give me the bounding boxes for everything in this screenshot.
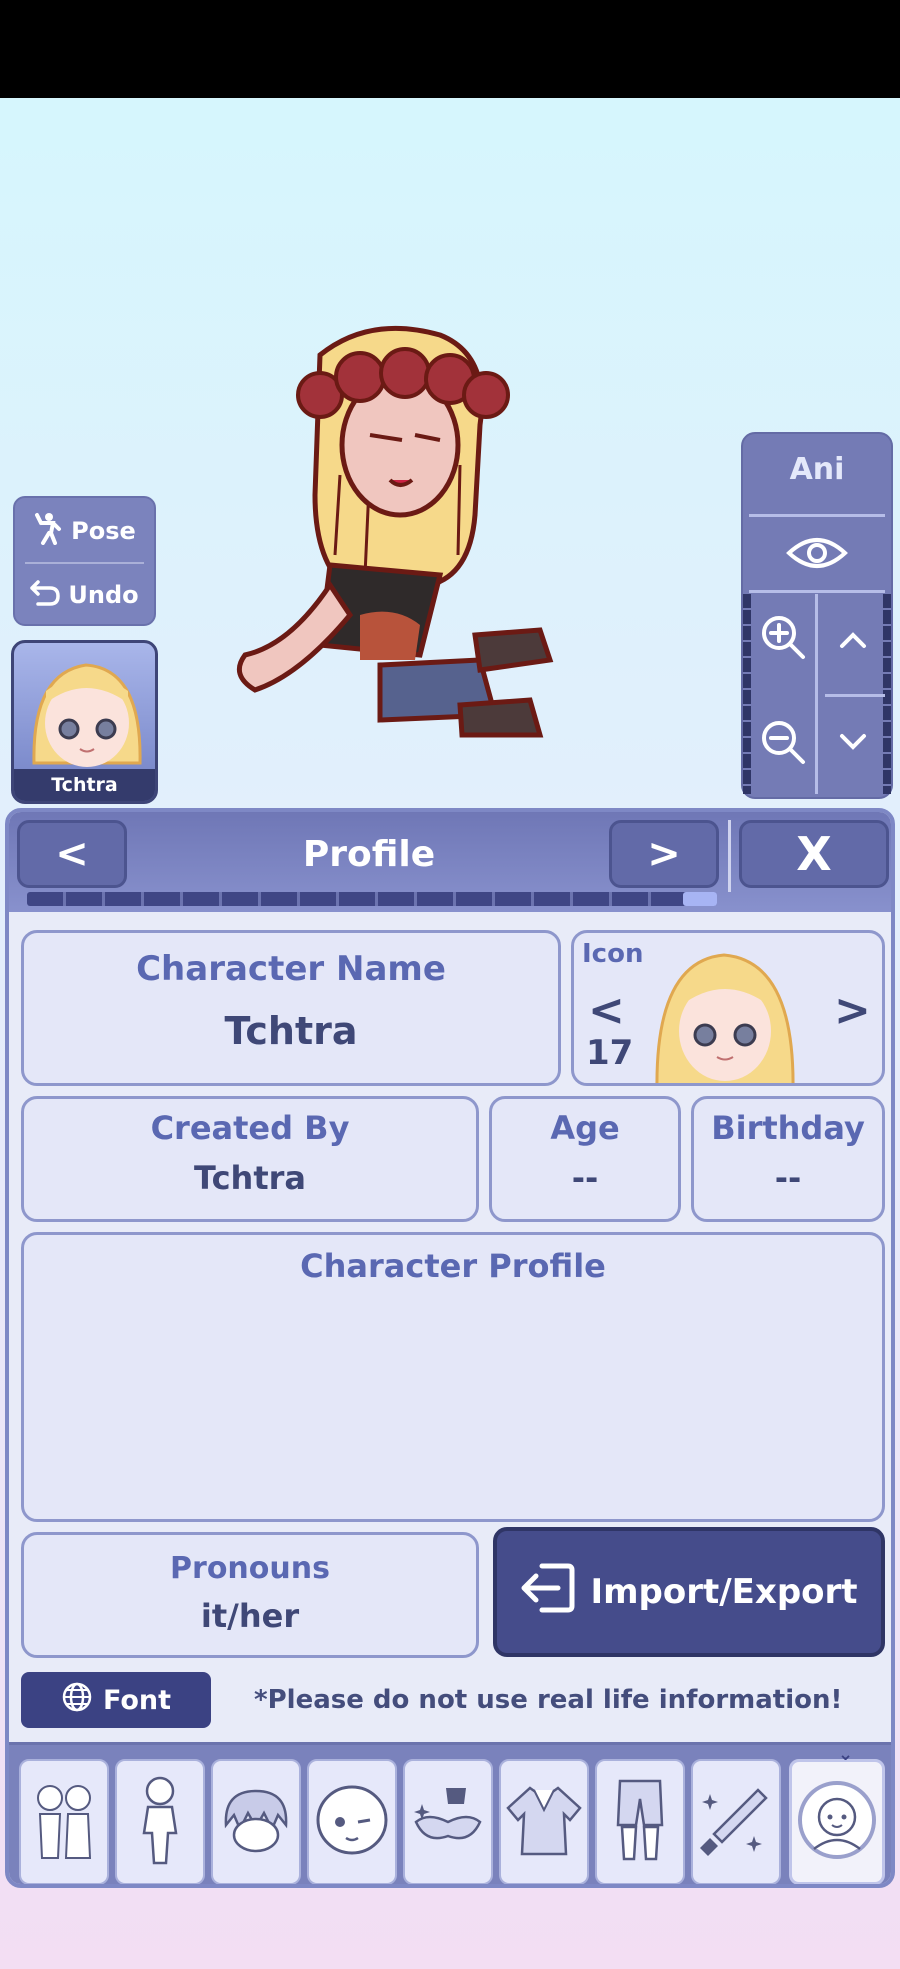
move-up-button[interactable] [823,604,883,674]
move-down-button[interactable] [823,709,883,779]
category-bar [9,1742,891,1884]
age-card[interactable]: Age -- [489,1096,681,1222]
previous-tab-button[interactable]: < [17,820,127,888]
birthday-label: Birthday [711,1109,865,1147]
category-top-tab[interactable] [499,1759,589,1884]
character-figure[interactable] [230,315,630,765]
hair-icon [216,1785,296,1859]
age-value: -- [571,1159,599,1197]
panel-title: Profile [302,834,436,875]
accessories-icon [408,1782,488,1862]
category-bottom-tab[interactable] [595,1759,685,1884]
zoom-out-button[interactable] [753,709,813,779]
bottom-icon [610,1775,670,1869]
face-icon [312,1782,392,1862]
globe-icon [61,1681,93,1720]
zoom-in-button[interactable] [753,604,813,674]
created-by-card[interactable]: Created By Tchtra [21,1096,479,1222]
created-by-label: Created By [150,1109,350,1147]
top-icon [504,1780,584,1864]
character-icon-label: Tchtra [14,769,155,801]
divider [749,514,885,517]
category-accessories-tab[interactable] [403,1759,493,1884]
divider [728,820,731,892]
eye-icon [785,533,849,577]
profile-icon [796,1779,878,1865]
undo-icon [30,578,61,612]
category-profile-tab[interactable] [789,1759,885,1884]
import-export-icon [520,1562,576,1623]
font-label: Font [102,1684,172,1716]
close-button[interactable]: X [739,820,889,888]
icon-next-button[interactable]: > [834,985,871,1036]
next-tab-button[interactable]: > [609,820,719,888]
chevron-down-icon: ⌄ [838,1744,854,1765]
character-avatar [32,663,142,767]
icon-preview [655,953,795,1083]
birthday-value: -- [774,1159,802,1197]
animation-button[interactable]: Ani [743,452,891,487]
props-icon [696,1780,776,1864]
pronouns-label: Pronouns [170,1551,330,1586]
age-label: Age [550,1109,620,1147]
icon-label: Icon [582,939,644,969]
progress-fill [682,892,717,906]
character-profile-card[interactable]: Character Profile [21,1232,885,1522]
category-body-tab[interactable] [115,1759,205,1884]
chevron-up-icon [839,622,867,657]
camera-panel: Ani [741,432,893,799]
pronouns-card[interactable]: Pronouns it/her [21,1532,479,1658]
undo-button[interactable]: Undo [15,564,154,626]
character-name-value: Tchtra [224,1009,358,1053]
undo-label: Undo [68,581,139,609]
status-bar [0,0,900,98]
progress-bar [27,892,717,906]
pose-button[interactable]: Pose [15,500,154,562]
chevron-down-icon [839,733,867,755]
character-name-label: Character Name [136,949,446,989]
category-hair-tab[interactable] [211,1759,301,1884]
privacy-warning: *Please do not use real life information… [254,1685,843,1715]
profile-panel: < Profile > X Character Name Tchtra Icon… [5,808,895,1888]
divider [749,590,885,593]
panel-header: < Profile > X [9,812,891,912]
divider [815,594,818,794]
import-export-label: Import/Export [590,1572,858,1612]
character-icon-card[interactable]: Tchtra [11,640,158,804]
icon-selector-card: Icon < 17 > [571,930,885,1086]
birthday-card[interactable]: Birthday -- [691,1096,885,1222]
pose-undo-panel: Pose Undo [13,496,156,626]
zoom-out-icon [759,718,807,770]
font-button[interactable]: Font [21,1672,211,1728]
pronouns-value: it/her [200,1597,300,1635]
import-export-button[interactable]: Import/Export [493,1527,885,1657]
zoom-track[interactable] [743,594,751,794]
pose-label: Pose [71,517,136,545]
category-characters-tab[interactable] [19,1759,109,1884]
category-props-tab[interactable] [691,1759,781,1884]
visibility-button[interactable] [743,522,891,588]
icon-number: 17 [586,1033,634,1073]
icon-prev-button[interactable]: < [588,985,625,1036]
divider [825,694,885,697]
character-profile-label: Character Profile [300,1247,606,1285]
body-icon [130,1775,190,1869]
character-name-card[interactable]: Character Name Tchtra [21,930,561,1086]
zoom-in-icon [759,613,807,665]
category-face-tab[interactable] [307,1759,397,1884]
created-by-value: Tchtra [194,1159,306,1197]
characters-icon [24,1778,104,1866]
pose-icon [33,511,63,551]
